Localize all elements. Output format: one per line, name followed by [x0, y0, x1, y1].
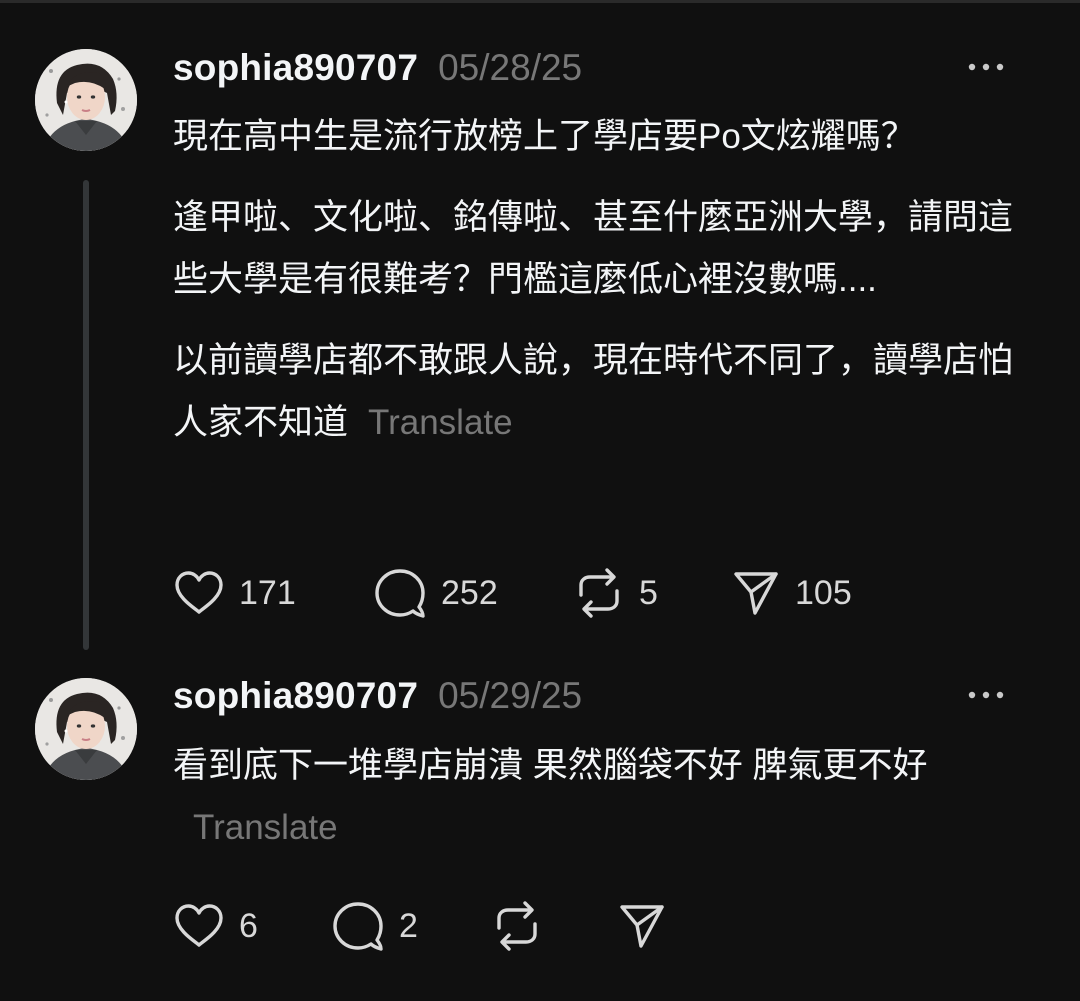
reply-button[interactable]: 252 — [373, 567, 573, 619]
share-button[interactable] — [617, 901, 667, 951]
more-dots-icon[interactable] — [966, 689, 1006, 701]
repost-count: 5 — [639, 573, 658, 612]
paper-plane-icon — [734, 572, 778, 615]
reply-count: 252 — [441, 573, 498, 612]
speech-bubble-icon — [375, 569, 425, 618]
translate-link[interactable]: Translate — [368, 403, 513, 442]
reply-button[interactable]: 2 — [331, 900, 491, 952]
repost-button[interactable]: 5 — [573, 567, 731, 619]
avatar[interactable] — [35, 49, 137, 151]
post-header: sophia890707 05/28/25 — [173, 47, 1050, 97]
share-button[interactable]: 105 — [731, 568, 852, 618]
reply-count: 2 — [399, 906, 418, 945]
post-paragraph: 看到底下一堆學店崩潰 果然腦袋不好 脾氣更不好 Translate — [173, 735, 1043, 859]
paper-plane-icon — [620, 905, 664, 948]
post-paragraph: 現在高中生是流行放榜上了學店要Po文炫耀嗎？ — [173, 117, 916, 156]
timestamp: 05/28/25 — [438, 47, 583, 88]
translate-link[interactable]: Translate — [193, 808, 338, 847]
username[interactable]: sophia890707 — [173, 47, 418, 89]
post-body: 看到底下一堆學店崩潰 果然腦袋不好 脾氣更不好 Translate — [173, 735, 1043, 859]
top-divider — [0, 0, 1080, 3]
like-button[interactable]: 171 — [173, 569, 373, 617]
thread-connector-line — [83, 180, 89, 650]
repost-button[interactable] — [491, 900, 617, 952]
post-body: 現在高中生是流行放榜上了學店要Po文炫耀嗎？ 逢甲啦、文化啦、銘傳啦、甚至什麼亞… — [173, 106, 1043, 454]
post-paragraph-text: 看到底下一堆學店崩潰 果然腦袋不好 脾氣更不好 — [173, 746, 928, 785]
share-count: 105 — [795, 573, 852, 612]
speech-bubble-icon — [333, 902, 383, 951]
heart-icon — [175, 904, 223, 947]
post-paragraph: 以前讀學店都不敢跟人說，現在時代不同了，讀學店怕人家不知道 Translate — [173, 330, 1043, 454]
avatar[interactable] — [35, 678, 137, 780]
username[interactable]: sophia890707 — [173, 675, 418, 717]
action-bar: 6 2 — [173, 896, 667, 956]
action-bar: 171 252 5 105 — [173, 563, 852, 623]
post-paragraph-text: 以前讀學店都不敢跟人說，現在時代不同了，讀學店怕人家不知道 — [173, 341, 1014, 442]
like-count: 171 — [239, 573, 296, 612]
post-paragraph: 逢甲啦、文化啦、銘傳啦、甚至什麼亞洲大學，請問這些大學是有很難考？門檻這麼低心裡… — [173, 198, 1014, 299]
repost-arrows-icon — [497, 901, 537, 951]
more-dots-icon[interactable] — [966, 61, 1006, 73]
repost-arrows-icon — [579, 568, 619, 618]
post-header: sophia890707 05/29/25 — [173, 675, 1050, 725]
timestamp: 05/29/25 — [438, 675, 583, 716]
heart-icon — [175, 571, 223, 614]
like-count: 6 — [239, 906, 258, 945]
like-button[interactable]: 6 — [173, 902, 331, 950]
